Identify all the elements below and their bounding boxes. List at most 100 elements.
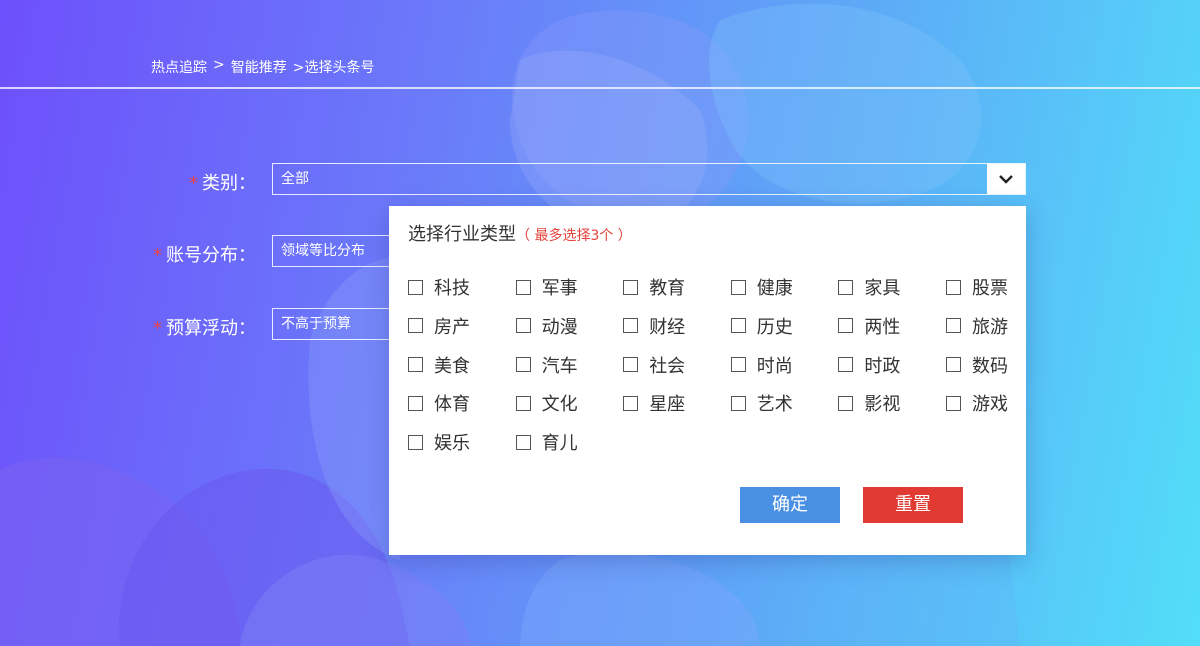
required-mark: *	[189, 173, 198, 194]
industry-option[interactable]: 数码	[946, 354, 1008, 377]
industry-option[interactable]: 科技	[408, 276, 470, 299]
breadcrumb-item-hot-tracking[interactable]: 热点追踪	[151, 57, 207, 77]
checkbox[interactable]	[515, 357, 531, 373]
budget-select-value: 不高于预算	[281, 316, 351, 332]
option-label: 文化	[541, 394, 578, 416]
checkbox[interactable]	[730, 395, 746, 411]
option-label: 体育	[434, 394, 470, 416]
industry-option[interactable]: 育儿	[515, 431, 578, 455]
option-label: 游戏	[972, 394, 1008, 416]
breadcrumb-item-select-account: >选择头条号	[292, 60, 375, 76]
option-label: 育儿	[541, 433, 578, 455]
option-label: 动漫	[541, 316, 578, 338]
industry-option[interactable]: 体育	[408, 392, 470, 416]
checkbox[interactable]	[408, 279, 423, 295]
option-label: 汽车	[541, 355, 578, 377]
required-mark: *	[153, 245, 162, 266]
category-select[interactable]: 全部	[272, 163, 1026, 195]
checkbox[interactable]	[623, 279, 639, 295]
industry-option[interactable]: 美食	[408, 354, 470, 377]
checkbox[interactable]	[838, 357, 854, 373]
industry-option[interactable]: 动漫	[515, 315, 578, 338]
checkbox[interactable]	[408, 434, 423, 450]
industry-option[interactable]: 游戏	[946, 392, 1008, 416]
option-label: 军事	[541, 278, 578, 299]
industry-option[interactable]: 历史	[730, 315, 793, 338]
checkbox[interactable]	[623, 318, 639, 334]
reset-button[interactable]: 重置	[863, 487, 963, 523]
option-label: 科技	[434, 278, 470, 299]
header-divider	[0, 87, 1200, 89]
option-label: 星座	[649, 394, 686, 416]
option-label: 财经	[649, 316, 686, 338]
checkbox[interactable]	[408, 318, 423, 334]
industry-option[interactable]: 娱乐	[408, 431, 470, 455]
option-label: 娱乐	[434, 433, 470, 455]
industry-option[interactable]: 时尚	[730, 354, 793, 377]
checkbox[interactable]	[730, 318, 746, 334]
industry-type-dropdown: 选择行业类型（ 最多选择3个 ） 科技 军事 教育 健康 家具 股票房产 动漫 财经 历史 两性 旅…	[389, 206, 1026, 555]
industry-option[interactable]: 房产	[408, 315, 470, 338]
budget-label: * 预算浮动：	[153, 318, 256, 339]
option-label: 艺术	[756, 394, 793, 416]
industry-option[interactable]: 社会	[623, 354, 686, 377]
checkbox[interactable]	[946, 318, 961, 334]
required-mark: *	[153, 318, 162, 339]
checkbox[interactable]	[838, 279, 854, 295]
industry-option[interactable]: 教育	[623, 276, 686, 299]
industry-option[interactable]: 军事	[515, 276, 578, 299]
option-label: 房产	[434, 316, 470, 338]
distribution-label: * 账号分布：	[153, 245, 256, 266]
checkbox[interactable]	[730, 279, 746, 295]
industry-option[interactable]: 健康	[730, 276, 793, 299]
checkbox[interactable]	[838, 395, 854, 411]
option-label: 社会	[649, 355, 686, 377]
industry-option[interactable]: 时政	[838, 354, 901, 377]
industry-option[interactable]: 文化	[515, 392, 578, 416]
checkbox[interactable]	[730, 357, 746, 373]
category-label: * 类别：	[189, 173, 256, 194]
max-selection-hint: （ 最多选择3个 ）	[516, 228, 632, 244]
option-label: 股票	[972, 278, 1008, 299]
checkbox[interactable]	[515, 395, 531, 411]
option-label: 时尚	[756, 355, 793, 377]
option-label: 美食	[434, 355, 470, 377]
checkbox[interactable]	[515, 318, 531, 334]
checkbox[interactable]	[946, 279, 961, 295]
option-label: 教育	[649, 278, 686, 299]
option-label: 家具	[864, 278, 901, 299]
industry-option[interactable]: 旅游	[946, 315, 1008, 338]
industry-option[interactable]: 星座	[623, 392, 686, 416]
option-label: 两性	[864, 316, 901, 338]
industry-option[interactable]: 财经	[623, 315, 686, 338]
industry-option[interactable]: 两性	[838, 315, 901, 338]
industry-option[interactable]: 股票	[946, 276, 1008, 299]
category-select-value: 全部	[281, 171, 309, 187]
breadcrumb-item-smart-recommend[interactable]: 智能推荐	[231, 57, 287, 77]
checkbox[interactable]	[946, 357, 961, 373]
chevron-down-icon[interactable]	[987, 164, 1025, 194]
industry-option[interactable]: 影视	[838, 392, 901, 416]
industry-option[interactable]: 艺术	[730, 392, 793, 416]
checkbox[interactable]	[408, 357, 423, 373]
breadcrumb-separator: >	[213, 57, 225, 73]
checkbox[interactable]	[623, 395, 639, 411]
checkbox[interactable]	[946, 395, 961, 411]
option-label: 旅游	[972, 316, 1008, 338]
checkbox[interactable]	[623, 357, 639, 373]
checkbox[interactable]	[515, 434, 531, 450]
option-label: 影视	[864, 394, 901, 416]
dropdown-title: 选择行业类型（ 最多选择3个 ）	[408, 224, 632, 245]
industry-option[interactable]: 汽车	[515, 354, 578, 377]
option-label: 健康	[756, 278, 793, 299]
industry-option[interactable]: 家具	[838, 276, 901, 299]
checkbox[interactable]	[838, 318, 854, 334]
distribution-select-value: 领域等比分布	[281, 243, 365, 259]
breadcrumb: 热点追踪 > 智能推荐 >选择头条号	[151, 57, 374, 77]
checkbox[interactable]	[408, 395, 423, 411]
confirm-button[interactable]: 确定	[740, 487, 840, 523]
checkbox[interactable]	[515, 279, 531, 295]
option-label: 历史	[756, 316, 793, 338]
option-label: 时政	[864, 355, 901, 377]
option-label: 数码	[972, 355, 1008, 377]
